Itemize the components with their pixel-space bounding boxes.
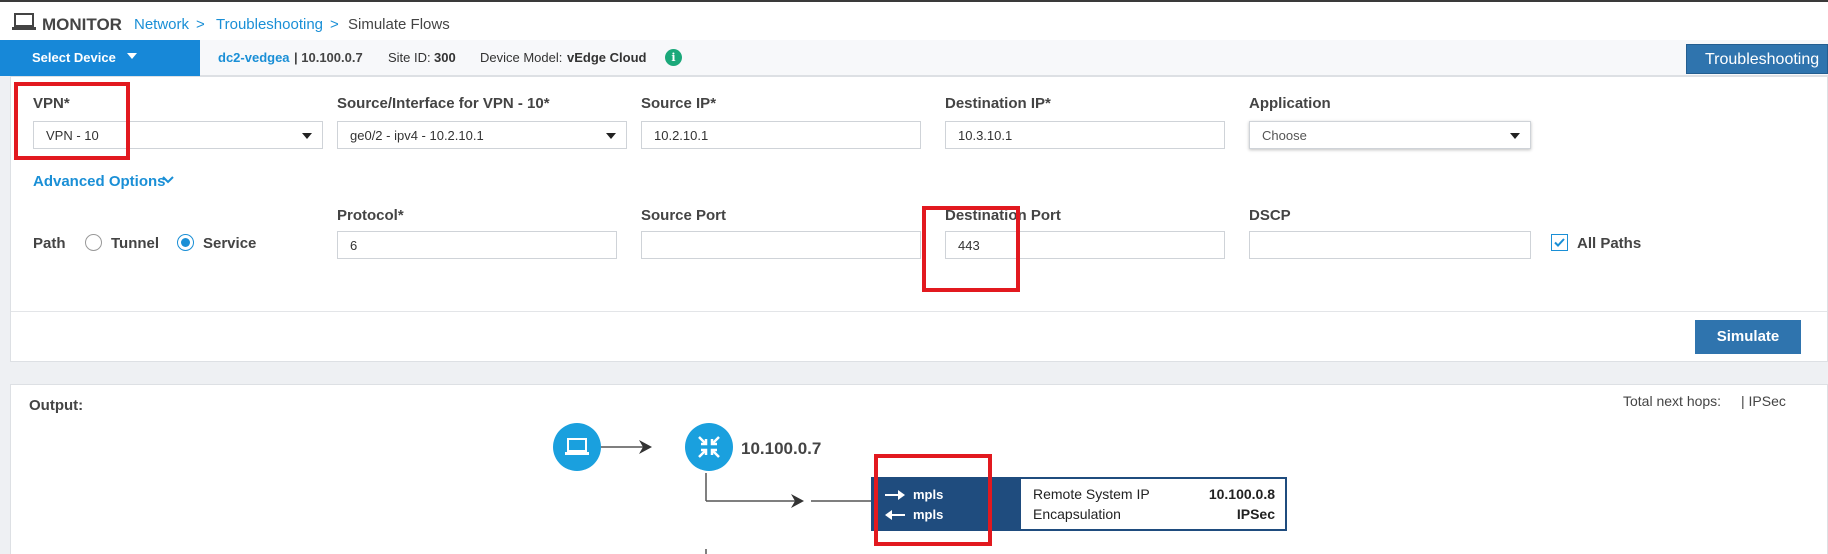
- protocol-label: Protocol*: [337, 207, 404, 224]
- dropdown-arrow-icon: [302, 133, 312, 139]
- breadcrumb-separator: >: [330, 16, 339, 33]
- router-node[interactable]: [685, 423, 733, 471]
- source-interface-select[interactable]: ge0/2 - ipv4 - 10.2.10.1: [337, 121, 627, 149]
- site-id-label: Site ID:: [388, 50, 431, 65]
- protocol-input[interactable]: 6: [337, 231, 617, 259]
- page-title: MONITOR: [42, 15, 122, 34]
- breadcrumb-separator: >: [196, 16, 205, 33]
- tunnel-out-color: mpls: [913, 487, 944, 502]
- source-port-label: Source Port: [641, 207, 727, 224]
- vpn-value: VPN - 10: [46, 128, 99, 143]
- vpn-select[interactable]: VPN - 10: [33, 121, 323, 149]
- application-label: Application: [1249, 95, 1331, 112]
- flow-connectors: [601, 440, 871, 554]
- arrow-left-icon: [885, 510, 905, 520]
- device-model-value: vEdge Cloud: [567, 50, 647, 65]
- form-divider: [11, 311, 1827, 312]
- source-port-input[interactable]: [641, 231, 921, 259]
- simulate-button[interactable]: Simulate: [1695, 320, 1801, 354]
- vpn-label: VPN*: [33, 95, 70, 112]
- chevron-down-icon[interactable]: [161, 175, 175, 185]
- tunnel-colors: mpls mpls: [873, 479, 1021, 529]
- node-ip-label: 10.100.0.7: [741, 439, 822, 458]
- all-paths-label: All Paths: [1577, 235, 1642, 252]
- dropdown-arrow-icon: [1510, 133, 1520, 139]
- source-interface-value: ge0/2 - ipv4 - 10.2.10.1: [350, 128, 484, 143]
- simulate-flows-form: VPN* VPN - 10 Source/Interface for VPN -…: [10, 76, 1828, 362]
- all-paths-checkbox[interactable]: [1551, 234, 1568, 251]
- output-panel: Output: Total next hops: | IPSec 10.100.…: [10, 384, 1828, 554]
- dropdown-arrow-icon: [606, 133, 616, 139]
- tunnel-in-color: mpls: [913, 507, 944, 522]
- select-device-button[interactable]: Select Device: [0, 40, 200, 76]
- total-next-hops-label: Total next hops:: [1623, 393, 1722, 409]
- destination-port-label: Destination Port: [945, 207, 1061, 224]
- tunnel-card[interactable]: mpls mpls Remote System IP 10.100.0.8 En…: [871, 477, 1287, 531]
- application-select[interactable]: Choose: [1249, 121, 1531, 149]
- troubleshooting-button[interactable]: Troubleshooting: [1686, 44, 1828, 74]
- breadcrumb-network[interactable]: Network: [134, 16, 189, 33]
- path-tunnel-radio[interactable]: [85, 234, 102, 251]
- router-icon: [698, 436, 720, 458]
- path-service-label: Service: [203, 235, 257, 252]
- caret-down-icon: [127, 53, 137, 59]
- breadcrumb-current: Simulate Flows: [348, 16, 450, 33]
- device-name: dc2-vedgea: [218, 50, 290, 65]
- breadcrumb-troubleshooting[interactable]: Troubleshooting: [216, 16, 323, 33]
- path-service-radio[interactable]: [177, 234, 194, 251]
- advanced-options-toggle[interactable]: Advanced Options: [33, 173, 166, 190]
- dscp-label: DSCP: [1249, 207, 1291, 224]
- select-device-label: Select Device: [32, 50, 116, 65]
- check-icon: [1554, 238, 1565, 247]
- encapsulation-value: IPSec: [1236, 506, 1275, 522]
- site-id-value: 300: [434, 50, 456, 65]
- destination-ip-input[interactable]: 10.3.10.1: [945, 121, 1225, 149]
- encapsulation-label: Encapsulation: [1033, 506, 1121, 522]
- application-value: Choose: [1262, 128, 1307, 143]
- source-ip-label: Source IP*: [641, 95, 717, 112]
- source-ip-input[interactable]: 10.2.10.1: [641, 121, 921, 149]
- destination-ip-label: Destination IP*: [945, 95, 1051, 112]
- info-icon[interactable]: i: [665, 49, 682, 66]
- arrow-right-icon: [885, 490, 905, 500]
- device-model-label: Device Model:: [480, 50, 563, 65]
- remote-system-ip-value: 10.100.0.8: [1208, 486, 1275, 502]
- monitor-icon: [12, 13, 36, 30]
- device-bar: Select Device dc2-vedgea | 10.100.0.7 Si…: [0, 40, 1828, 76]
- total-next-hops-value: | IPSec: [1741, 393, 1786, 409]
- host-node[interactable]: [553, 423, 601, 471]
- path-label: Path: [33, 235, 66, 252]
- source-interface-label: Source/Interface for VPN - 10*: [337, 95, 550, 112]
- top-header: MONITOR Network > Troubleshooting > Simu…: [0, 0, 1828, 44]
- path-tunnel-label: Tunnel: [111, 235, 160, 252]
- destination-port-input[interactable]: 443: [945, 231, 1225, 259]
- laptop-icon: [565, 438, 589, 455]
- remote-system-ip-label: Remote System IP: [1033, 486, 1150, 502]
- dscp-input[interactable]: [1249, 231, 1531, 259]
- device-ip: | 10.100.0.7: [294, 50, 363, 65]
